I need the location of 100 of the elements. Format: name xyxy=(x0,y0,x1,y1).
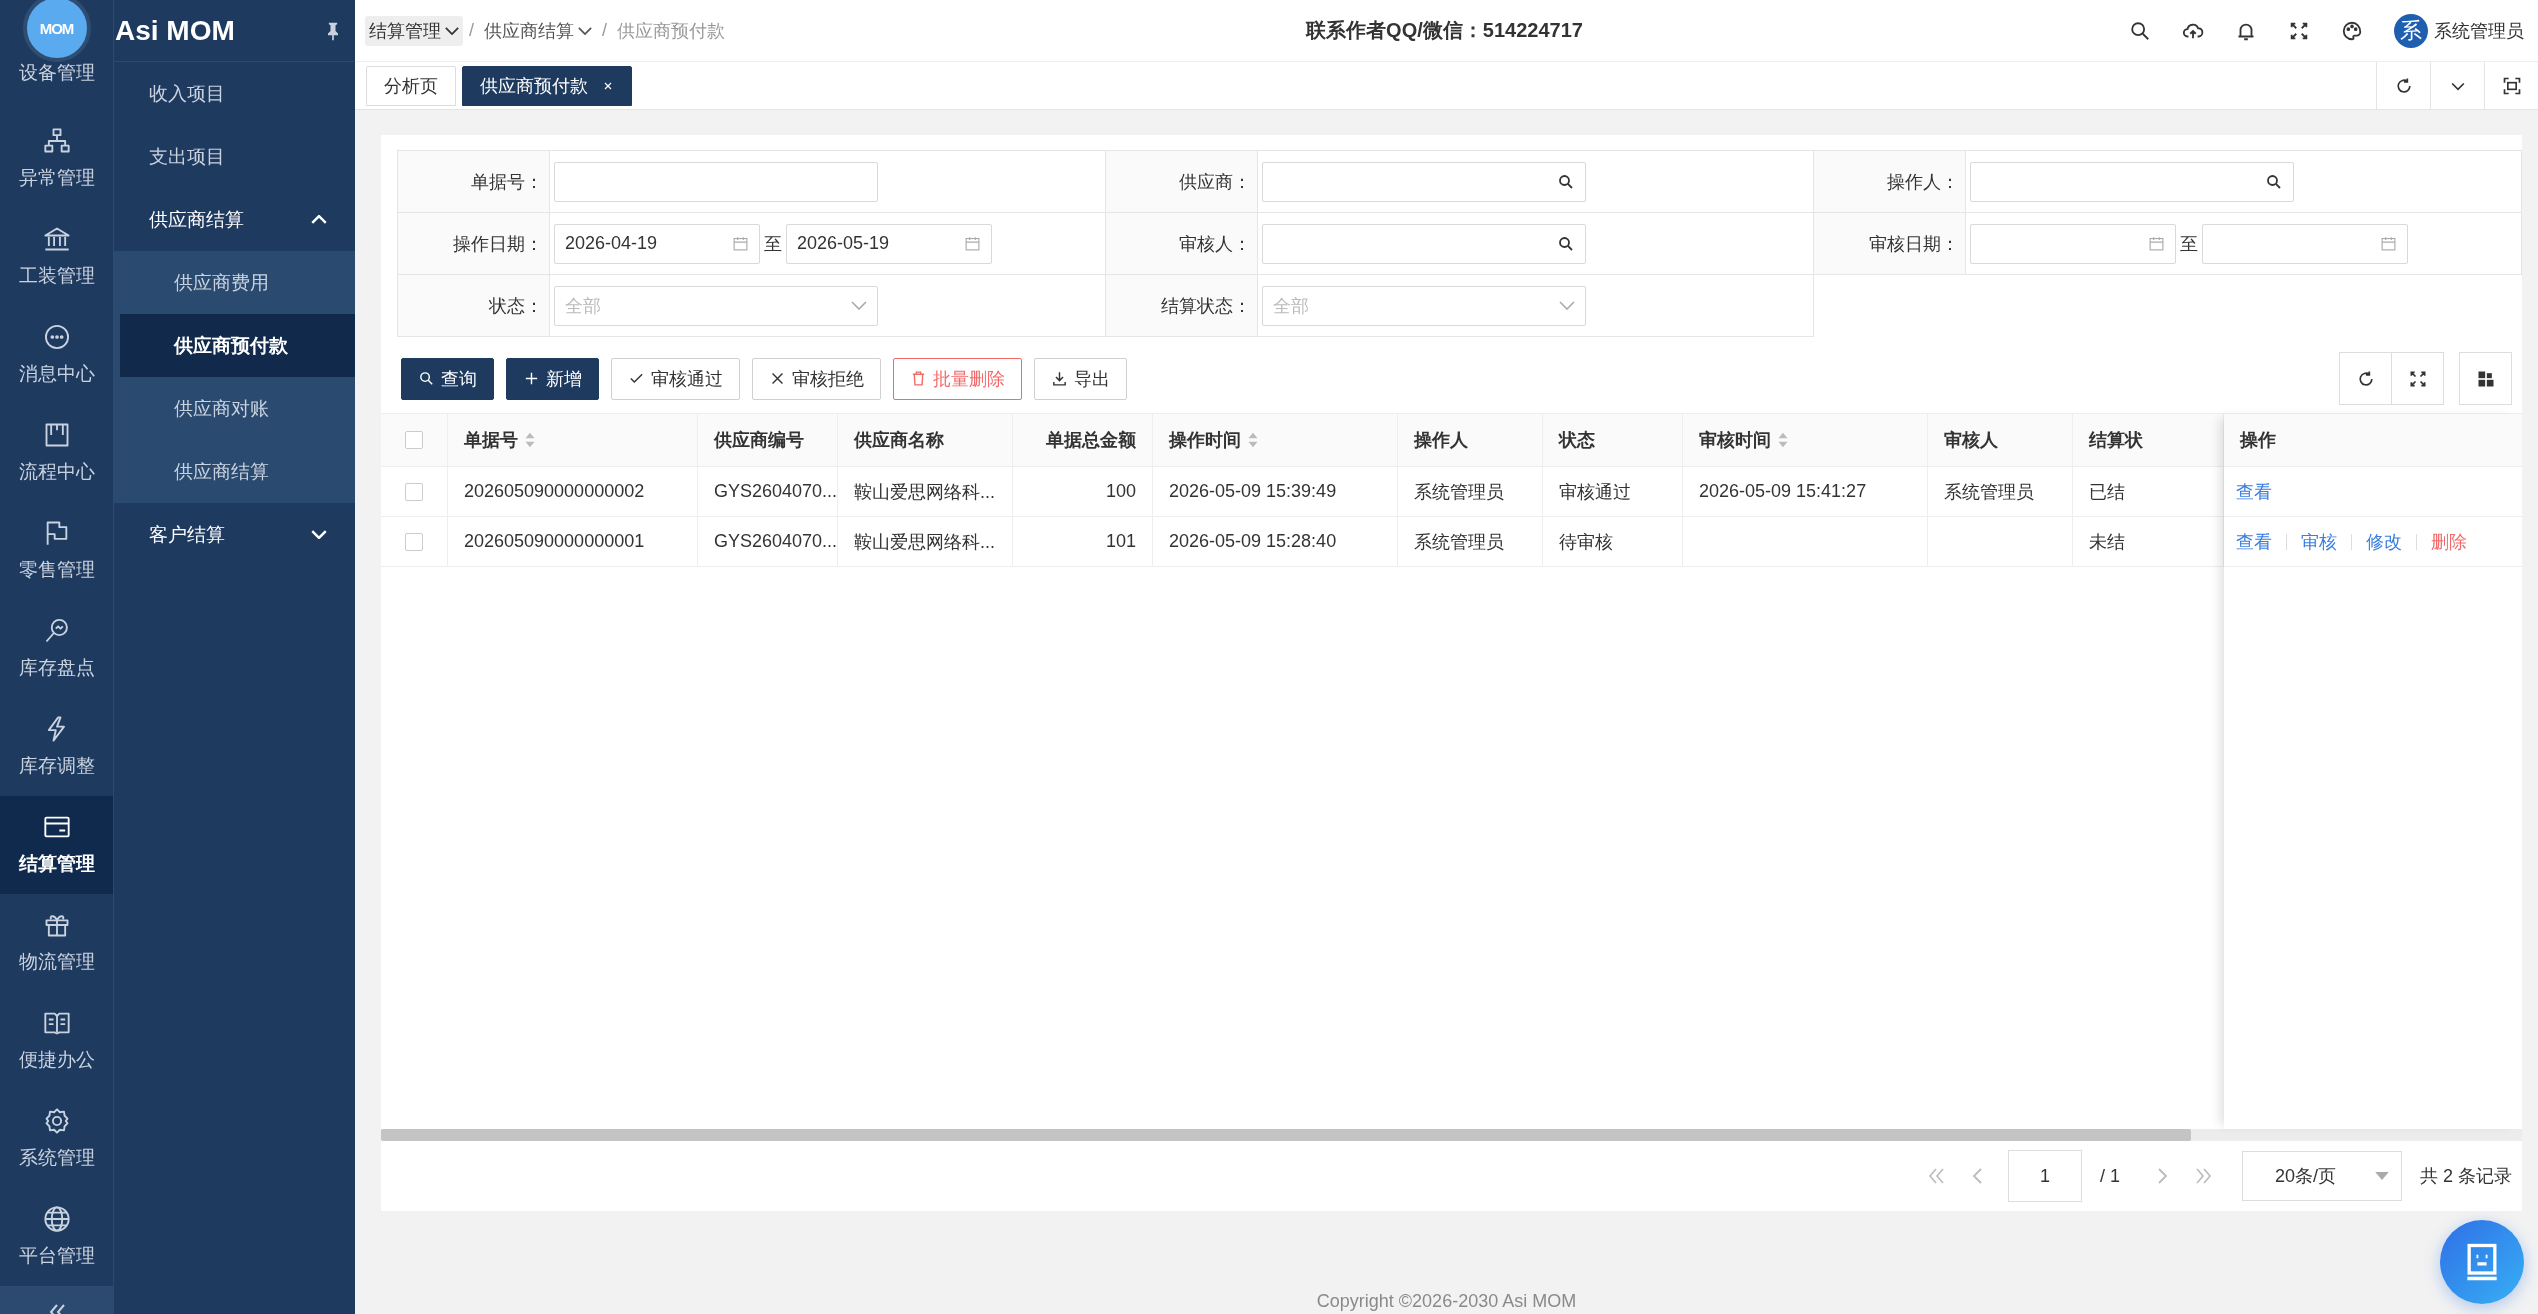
chevron-up-icon xyxy=(311,215,327,224)
menu-group[interactable]: 供应商结算 xyxy=(114,188,355,251)
rail-item[interactable]: 便捷办公 xyxy=(0,992,113,1090)
table-cell-text: 系统管理员 xyxy=(1944,480,2034,504)
chat-icon xyxy=(42,323,71,351)
rail-item[interactable]: 结算管理 xyxy=(0,796,113,894)
sort-icon[interactable] xyxy=(1247,431,1259,449)
search-icon[interactable] xyxy=(1557,172,1575,191)
refresh-button[interactable] xyxy=(2339,352,2392,405)
search-icon xyxy=(418,370,435,387)
menu-item[interactable]: 支出项目 xyxy=(114,125,355,188)
column-title: 操作时间 xyxy=(1169,429,1241,452)
chevron-down-icon xyxy=(578,26,592,35)
page-count: / 1 xyxy=(2099,1165,2120,1187)
table-cell-text: 已结 xyxy=(2089,480,2125,504)
table-cell-text: 鞍山爱思网络科... xyxy=(854,530,995,554)
logo: MOM xyxy=(22,0,91,62)
maximize-icon[interactable] xyxy=(2501,75,2522,96)
plus-icon xyxy=(523,370,540,387)
palette-icon[interactable] xyxy=(2341,19,2363,42)
breadcrumb-item[interactable]: 供应商结算 xyxy=(480,15,596,46)
rail-item[interactable]: 零售管理 xyxy=(0,502,113,600)
table-cell: 100 xyxy=(1105,481,1136,502)
page-tab[interactable]: 供应商预付款 xyxy=(462,66,632,106)
table-cell-text: 待审核 xyxy=(1559,530,1613,554)
column-header[interactable]: 单据号 xyxy=(448,414,698,466)
download-icon xyxy=(1051,370,1068,387)
page-input[interactable]: 1 xyxy=(2007,1150,2082,1202)
date-field[interactable] xyxy=(2202,223,2408,264)
table-cell: 2026-05-09 15:28:40 xyxy=(1169,531,1337,552)
app-title: Asi MOM xyxy=(115,14,235,47)
scrollbar[interactable] xyxy=(381,1129,2522,1141)
rail-item[interactable]: 物流管理 xyxy=(0,894,113,992)
column-header[interactable]: 操作时间 xyxy=(1153,414,1398,466)
input-field[interactable] xyxy=(554,161,878,202)
user-name[interactable]: 系统管理员 xyxy=(2434,18,2524,43)
column-header[interactable]: 审核时间 xyxy=(1683,414,1928,466)
row-action-link[interactable]: 修改 xyxy=(2366,529,2402,554)
row-action-link[interactable]: 查看 xyxy=(2236,529,2272,554)
row-action-link[interactable]: 查看 xyxy=(2236,479,2272,504)
page-size-select[interactable]: 20条/页 xyxy=(2242,1151,2402,1201)
menu-item[interactable]: 供应商费用 xyxy=(114,251,355,314)
lookup-field[interactable] xyxy=(1970,161,2294,202)
toolbar-button[interactable]: 查询 xyxy=(401,357,494,400)
breadcrumb-item[interactable]: 结算管理 xyxy=(365,15,463,46)
date-field[interactable] xyxy=(1970,223,2176,264)
user-avatar[interactable]: 系 xyxy=(2394,13,2428,48)
rail-item[interactable]: 工装管理 xyxy=(0,208,113,306)
toolbar-button[interactable]: 新增 xyxy=(506,357,599,400)
menu-item[interactable]: 供应商对账 xyxy=(114,377,355,440)
rail-item[interactable]: 异常管理 xyxy=(0,110,113,208)
rail-item[interactable]: 平台管理 xyxy=(0,1188,113,1286)
row-action-link[interactable]: 审核 xyxy=(2301,529,2337,554)
menu-item[interactable]: 供应商结算 xyxy=(114,440,355,503)
checkbox[interactable] xyxy=(405,532,423,551)
column-title: 结算状 xyxy=(2089,429,2143,452)
menu-item[interactable]: 收入项目 xyxy=(114,62,355,125)
hierarchy-icon xyxy=(42,127,71,155)
menu-group[interactable]: 客户结算 xyxy=(114,503,355,566)
globe-icon xyxy=(42,1205,71,1233)
field-label: 供应商： xyxy=(1106,151,1258,212)
search-icon[interactable] xyxy=(2129,19,2151,42)
menu-item[interactable]: 供应商预付款 xyxy=(120,314,355,377)
close-icon[interactable] xyxy=(602,80,614,92)
checkbox[interactable] xyxy=(405,482,423,501)
column-header: 操作 xyxy=(2239,429,2277,452)
toolbar-button[interactable]: 审核拒绝 xyxy=(752,357,881,400)
rail-item[interactable]: 库存盘点 xyxy=(0,600,113,698)
sort-icon[interactable] xyxy=(1777,431,1789,449)
lookup-field[interactable] xyxy=(1262,161,1586,202)
table-cell-text: 审核通过 xyxy=(1559,480,1631,504)
field-label: 审核人： xyxy=(1106,213,1258,274)
rail-item[interactable]: 系统管理 xyxy=(0,1090,113,1188)
rail-item[interactable]: 消息中心 xyxy=(0,306,113,404)
toolbar-button[interactable]: 导出 xyxy=(1034,357,1127,400)
page-tab[interactable]: 分析页 xyxy=(366,66,456,106)
table-cell: 2026-05-09 15:41:27 xyxy=(1699,481,1867,502)
columns-button[interactable] xyxy=(2459,352,2512,405)
toolbar-button[interactable]: 审核通过 xyxy=(611,357,740,400)
column-title: 供应商名称 xyxy=(854,429,944,452)
rail-item[interactable]: 库存调整 xyxy=(0,698,113,796)
fullscreen-button[interactable] xyxy=(2391,352,2444,405)
date-field[interactable]: 2026-05-19 xyxy=(786,223,992,264)
breadcrumb-item: 供应商预付款 xyxy=(616,19,727,43)
table-cell-text: 系统管理员 xyxy=(1414,480,1504,504)
rail-item[interactable]: 设备管理 xyxy=(0,60,113,110)
search-icon[interactable] xyxy=(2265,172,2283,191)
chevron-down-icon xyxy=(1559,301,1575,310)
assistant-button[interactable] xyxy=(2440,1220,2524,1304)
chevron-down-icon xyxy=(851,301,867,310)
search-icon[interactable] xyxy=(1557,234,1575,253)
sort-icon[interactable] xyxy=(524,431,536,449)
rail-item[interactable]: 流程中心 xyxy=(0,404,113,502)
bank-icon xyxy=(42,225,71,253)
table-cell-text: 鞍山爱思网络科... xyxy=(854,480,995,504)
checkbox[interactable] xyxy=(405,431,423,449)
lookup-field[interactable] xyxy=(1262,223,1586,264)
calendar-icon xyxy=(964,235,981,252)
table-cell: GYS2604070... xyxy=(714,531,838,552)
date-field[interactable]: 2026-04-19 xyxy=(554,223,760,264)
